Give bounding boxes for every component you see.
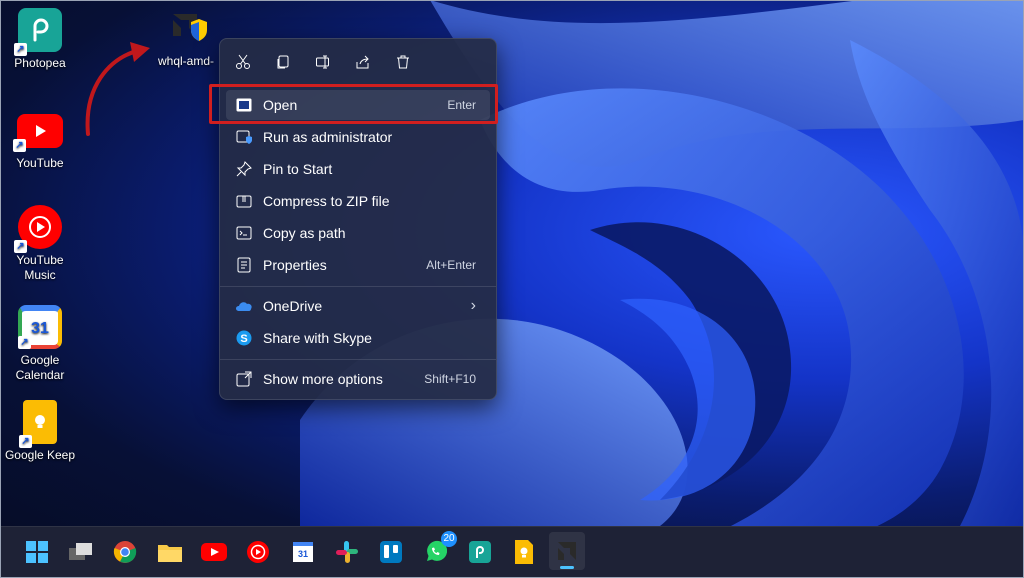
menu-item-label: Properties [263, 257, 327, 273]
chevron-right-icon: › [470, 297, 476, 314]
menu-item-label: OneDrive [263, 298, 323, 314]
task-view-icon [69, 543, 92, 560]
delete-button[interactable] [392, 51, 414, 73]
taskbar-amd-installer[interactable] [549, 532, 585, 570]
youtube-music-icon: ↗ [14, 205, 62, 253]
menu-item-compress-zip[interactable]: Compress to ZIP file [226, 186, 490, 216]
taskbar-slack[interactable] [333, 538, 361, 566]
shortcut-arrow-icon: ↗ [14, 43, 27, 56]
chrome-icon [113, 541, 137, 563]
taskbar-google-keep[interactable] [510, 538, 538, 566]
menu-item-run-as-administrator[interactable]: Run as administrator [226, 122, 490, 152]
desktop-icon-youtube[interactable]: ↗ YouTube [1, 110, 79, 171]
desktop-icon-whql-amd[interactable]: whql-amd- [150, 6, 230, 69]
delete-icon [397, 55, 409, 69]
trello-icon [380, 541, 402, 563]
desktop-icon-photopea[interactable]: ↗ Photopea [1, 8, 79, 71]
share-icon [356, 55, 369, 69]
desktop-icon-label: Google Keep [4, 448, 76, 462]
youtube-icon: ↗ [13, 114, 63, 152]
menu-item-label: Copy as path [263, 225, 346, 241]
menu-item-onedrive[interactable]: OneDrive › [226, 291, 490, 321]
notification-badge: 20 [441, 531, 457, 547]
copy-path-icon [235, 224, 253, 242]
menu-item-label: Compress to ZIP file [263, 193, 390, 209]
copy-button[interactable] [272, 51, 294, 73]
desktop-icon-google-keep[interactable]: ↗ Google Keep [1, 400, 79, 463]
taskbar-youtube-music[interactable] [244, 538, 272, 566]
menu-item-shortcut: Alt+Enter [426, 258, 476, 272]
rename-button[interactable] [312, 51, 334, 73]
more-options-icon [235, 370, 253, 388]
menu-item-label: Share with Skype [263, 330, 372, 346]
shortcut-arrow-icon: ↗ [19, 435, 32, 448]
shield-icon [235, 128, 253, 146]
photopea-icon [469, 541, 491, 563]
google-keep-icon [515, 540, 533, 564]
calendar-day: 31 [297, 549, 308, 559]
active-indicator [560, 566, 574, 569]
task-view-button[interactable] [67, 538, 95, 566]
amd-installer-icon [558, 542, 576, 560]
menu-item-copy-as-path[interactable]: Copy as path [226, 218, 490, 248]
taskbar-photopea[interactable] [466, 538, 494, 566]
pin-icon [235, 160, 253, 178]
skype-icon: S [235, 329, 253, 347]
desktop-icon-label: YouTube [16, 156, 64, 170]
menu-separator [220, 359, 496, 360]
desktop-icon-youtube-music[interactable]: ↗ YouTube Music [1, 205, 79, 283]
calendar-day: 31 [31, 319, 49, 337]
menu-item-label: Show more options [263, 371, 383, 387]
menu-item-label: Pin to Start [263, 161, 333, 177]
onedrive-icon [235, 297, 253, 315]
menu-item-properties[interactable]: Properties Alt+Enter [226, 250, 490, 280]
taskbar-youtube[interactable] [200, 538, 228, 566]
google-calendar-icon: 31 [293, 542, 313, 562]
share-button[interactable] [352, 51, 374, 73]
start-icon [26, 541, 48, 563]
menu-item-share-with-skype[interactable]: S Share with Skype [226, 323, 490, 353]
cut-button[interactable] [232, 51, 254, 73]
taskbar-chrome[interactable] [111, 538, 139, 566]
desktop-icon-label: Photopea [14, 56, 66, 70]
shortcut-arrow-icon: ↗ [13, 139, 26, 152]
file-explorer-icon [158, 545, 182, 562]
menu-item-shortcut: Shift+F10 [424, 372, 476, 386]
slack-icon [336, 541, 358, 563]
zip-icon [235, 192, 253, 210]
amd-installer-icon [167, 6, 213, 50]
svg-text:S: S [240, 333, 247, 345]
annotation-arrow [85, 42, 150, 136]
taskbar-google-calendar[interactable]: 31 [289, 538, 317, 566]
start-button[interactable] [23, 538, 51, 566]
taskbar-file-explorer[interactable] [156, 538, 184, 566]
photopea-icon: ↗ [14, 8, 62, 56]
desktop-icon-label: Google Calendar [15, 353, 65, 382]
taskbar-trello[interactable] [377, 538, 405, 566]
google-keep-icon: ↗ [19, 400, 57, 448]
desktop: ↗ Photopea ↗ YouTube ↗ YouTube Music 31 … [0, 0, 1024, 578]
desktop-icon-label: whql-amd- [158, 54, 215, 68]
shortcut-arrow-icon: ↗ [14, 240, 27, 253]
desktop-icon-label: YouTube Music [16, 253, 64, 282]
desktop-icon-google-calendar[interactable]: 31 ↗ Google Calendar [1, 305, 79, 383]
google-calendar-icon: 31 ↗ [18, 305, 62, 349]
cut-icon [236, 54, 250, 69]
youtube-icon [201, 543, 227, 561]
shortcut-arrow-icon: ↗ [18, 336, 31, 349]
taskbar-whatsapp[interactable]: 20 [421, 531, 457, 566]
context-menu-toolbar [220, 39, 496, 83]
copy-icon [277, 55, 289, 69]
properties-icon [235, 256, 253, 274]
menu-item-pin-to-start[interactable]: Pin to Start [226, 154, 490, 184]
annotation-highlight-box [209, 84, 498, 124]
taskbar: 31 20 [1, 526, 1023, 577]
youtube-music-icon [247, 541, 269, 563]
menu-item-label: Run as administrator [263, 129, 393, 145]
menu-separator [220, 286, 496, 287]
menu-item-show-more-options[interactable]: Show more options Shift+F10 [226, 364, 490, 394]
rename-icon [316, 55, 329, 69]
